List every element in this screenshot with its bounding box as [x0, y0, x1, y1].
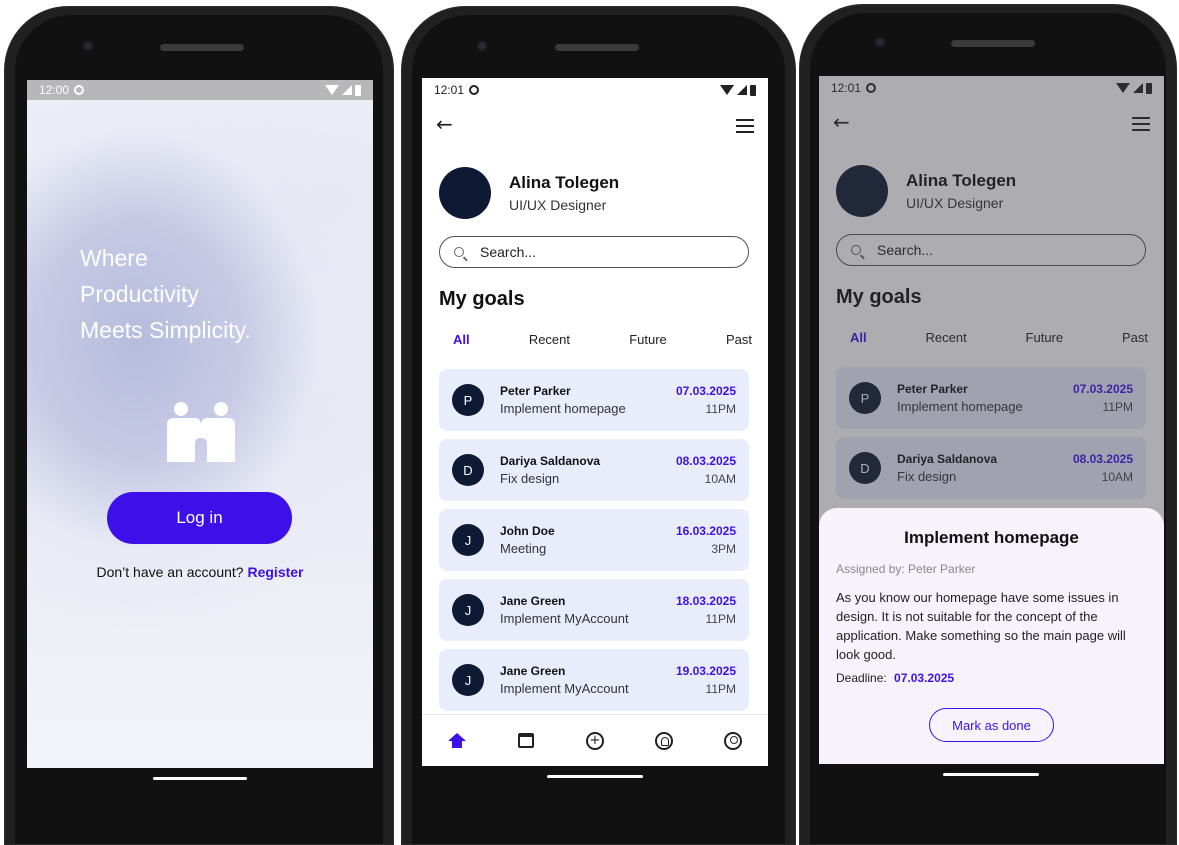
assignee-avatar: J [452, 594, 484, 626]
home-indicator [943, 773, 1039, 776]
battery-icon [750, 84, 756, 96]
goal-date: 16.03.2025 [675, 524, 736, 538]
assignee-name: Dariya Saldanova [500, 454, 601, 468]
sheet-title: Implement homepage [904, 528, 1079, 547]
search-placeholder: Search... [480, 244, 537, 260]
goal-card[interactable]: P Peter Parker Implement homepage 07.03.… [439, 369, 749, 431]
goal-detail-sheet: Implement homepage Assigned by: Peter Pa… [819, 508, 1164, 764]
tab-future[interactable]: Future [629, 332, 667, 348]
goal-date: 08.03.2025 [675, 454, 736, 468]
register-prompt-text: Don’t have an account? [96, 564, 244, 580]
goal-time: 11PM [705, 402, 736, 416]
goal-filter-tabs: All Recent Future Past [439, 332, 752, 348]
status-icons [720, 84, 756, 96]
goal-time: 3PM [711, 542, 736, 556]
assignee-name: Jane Green [500, 594, 566, 608]
goal-time: 11PM [705, 612, 736, 626]
goal-time: 10AM [704, 472, 736, 486]
settings-gear-icon [469, 85, 480, 95]
goal-card[interactable]: J John Doe Meeting 16.03.2025 3PM [439, 509, 749, 571]
earpiece-speaker [555, 44, 639, 51]
add-icon[interactable]: + [584, 730, 606, 752]
status-time: 12:01 [434, 83, 465, 97]
settings-gear-icon [74, 85, 85, 95]
assignee-avatar: D [452, 454, 484, 486]
hamburger-menu-icon[interactable] [736, 119, 754, 133]
profile-text: Alina Tolegen UI/UX Designer [509, 173, 619, 213]
assignee-name: Jane Green [500, 664, 566, 678]
assignee-name: John Doe [500, 524, 555, 538]
notifications-icon[interactable] [653, 730, 675, 752]
top-app-bar: ← [422, 112, 768, 138]
signal-icon [342, 85, 352, 95]
home-icon[interactable] [446, 730, 468, 752]
profile-header: Alina Tolegen UI/UX Designer [439, 166, 619, 220]
register-prompt: Don’t have an account? Register [27, 564, 373, 580]
goal-task: Implement MyAccount [500, 611, 629, 626]
back-arrow-icon[interactable]: ← [436, 112, 453, 136]
goal-card[interactable]: J Jane Green Implement MyAccount 18.03.2… [439, 579, 749, 641]
goal-task: Meeting [500, 541, 547, 556]
earpiece-speaker [160, 44, 244, 51]
goal-card[interactable]: J Jane Green Implement MyAccount 19.03.2… [439, 649, 749, 711]
battery-icon [355, 84, 361, 96]
calendar-icon[interactable] [515, 730, 537, 752]
profile-name: Alina Tolegen [509, 173, 620, 192]
bottom-navigation: + [422, 714, 768, 766]
profile-icon[interactable] [722, 730, 744, 752]
mark-as-done-button[interactable]: Mark as done [929, 708, 1054, 742]
assignee-avatar: J [452, 524, 484, 556]
goals-screen: 12:01 ← Alina Tolegen UI/UX Designer Sea… [422, 78, 768, 766]
goal-card[interactable]: D Dariya Saldanova Fix design 08.03.2025… [439, 439, 749, 501]
tab-recent[interactable]: Recent [529, 332, 570, 348]
front-camera [83, 41, 93, 51]
tagline-line-2: Productivity [80, 281, 199, 307]
search-icon [454, 247, 464, 257]
front-camera [875, 37, 885, 47]
signal-icon [737, 85, 747, 95]
status-time-group: 12:00 [39, 83, 85, 97]
register-link[interactable]: Register [247, 564, 303, 580]
section-title: My goals [439, 288, 525, 310]
home-indicator [153, 777, 247, 780]
goal-date: 18.03.2025 [675, 594, 736, 608]
tab-all[interactable]: All [439, 332, 470, 348]
tagline: Where Productivity Meets Simplicity. [80, 240, 251, 348]
login-button[interactable]: Log in [107, 492, 292, 544]
goal-task: Fix design [500, 471, 560, 486]
status-time: 12:00 [39, 83, 70, 97]
assigned-by: Assigned by: Peter Parker [836, 562, 976, 576]
goal-date: 07.03.2025 [675, 384, 736, 398]
assignee-avatar: J [452, 664, 484, 696]
login-screen: 12:00 Where Productivity Meets Simplicit… [27, 80, 373, 768]
assignee-avatar: P [452, 384, 484, 416]
tab-past[interactable]: Past [726, 332, 752, 348]
avatar[interactable] [439, 167, 491, 219]
profile-role: UI/UX Designer [509, 197, 607, 213]
wifi-icon [325, 85, 339, 95]
goal-time: 11PM [705, 682, 736, 696]
status-bar: 12:00 [27, 80, 373, 100]
front-camera [477, 41, 487, 51]
earpiece-speaker [951, 40, 1035, 47]
assignee-name: Peter Parker [500, 384, 571, 398]
search-input[interactable]: Search... [439, 236, 749, 268]
wifi-icon [720, 85, 734, 95]
deadline-label: Deadline: [836, 671, 887, 685]
deadline-value: 07.03.2025 [894, 671, 955, 685]
goal-list: P Peter Parker Implement homepage 07.03.… [439, 369, 749, 719]
goal-task: Implement MyAccount [500, 681, 629, 696]
deadline-row: Deadline: 07.03.2025 [836, 671, 954, 685]
goal-date: 19.03.2025 [675, 664, 736, 678]
status-bar: 12:01 [422, 80, 768, 100]
tagline-line-3: Meets Simplicity. [80, 317, 251, 343]
home-indicator [547, 775, 643, 778]
app-logo-icon [167, 402, 235, 462]
status-icons [325, 84, 361, 96]
goal-detail-screen: 12:01 ← Alina Tolegen UI/UX Designer Sea… [819, 76, 1164, 764]
status-time-group: 12:01 [434, 83, 480, 97]
goal-description: As you know our homepage have some issue… [836, 590, 1126, 662]
goal-task: Implement homepage [500, 401, 626, 416]
tagline-line-1: Where [80, 245, 148, 271]
